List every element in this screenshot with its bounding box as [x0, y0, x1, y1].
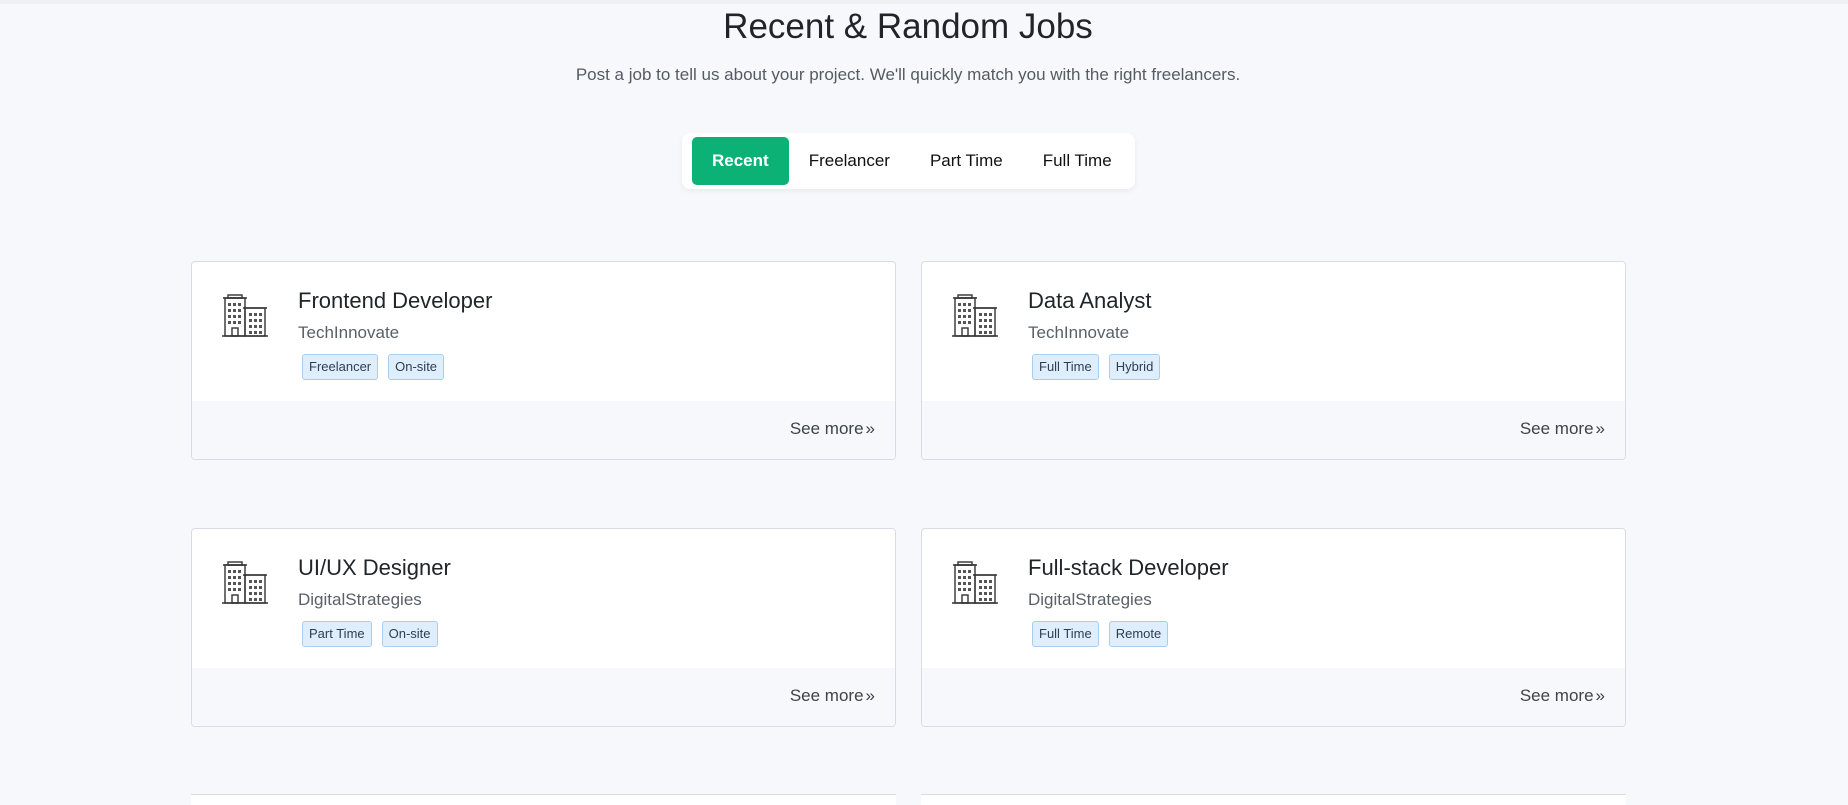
building-icon	[952, 294, 998, 337]
see-more-link[interactable]: See more»	[1520, 418, 1605, 440]
job-title[interactable]: Full-stack Developer	[1028, 553, 1229, 583]
double-chevron-right-icon: »	[1595, 686, 1605, 705]
building-icon	[222, 294, 268, 337]
job-card-footer: See more»	[922, 401, 1625, 459]
job-tags: Part Time On-site	[302, 621, 438, 647]
job-type-badge: Part Time	[302, 621, 372, 647]
job-card-body: Frontend Developer TechInnovate Freelanc…	[192, 262, 895, 403]
company-name: TechInnovate	[1028, 323, 1130, 342]
location-badge: Remote	[1108, 621, 1169, 647]
double-chevron-right-icon: »	[1595, 419, 1605, 438]
job-tags: Freelancer On-site	[302, 354, 445, 380]
section-title: Recent & Random Jobs	[723, 7, 1093, 46]
see-more-link[interactable]: See more»	[1520, 685, 1605, 707]
section-subtitle: Post a job to tell us about your project…	[575, 65, 1241, 84]
tab-part-time[interactable]: Part Time	[910, 137, 1023, 185]
location-badge: On-site	[381, 621, 438, 647]
double-chevron-right-icon: »	[865, 419, 875, 438]
location-badge: Hybrid	[1108, 354, 1161, 380]
job-type-badge: Full Time	[1032, 354, 1099, 380]
job-title[interactable]: UI/UX Designer	[298, 553, 451, 583]
company-name: DigitalStrategies	[1028, 590, 1152, 609]
see-more-label: See more	[1519, 419, 1594, 438]
company-name: DigitalStrategies	[298, 590, 422, 609]
job-filter-tabs: Recent Freelancer Part Time Full Time	[682, 133, 1135, 189]
see-more-label: See more	[789, 686, 864, 705]
see-more-link[interactable]: See more»	[790, 685, 875, 707]
building-icon	[222, 561, 268, 604]
job-type-badge: Full Time	[1032, 621, 1099, 647]
job-card-footer: See more»	[192, 401, 895, 459]
job-tags: Full Time Remote	[1032, 621, 1169, 647]
job-card[interactable]: Frontend Developer TechInnovate Freelanc…	[191, 261, 896, 460]
job-type-badge: Freelancer	[302, 354, 379, 380]
job-card[interactable]: Data Analyst TechInnovate Full Time Hybr…	[921, 261, 1626, 460]
job-card-footer: See more»	[192, 668, 895, 726]
see-more-link[interactable]: See more»	[790, 418, 875, 440]
double-chevron-right-icon: »	[865, 686, 875, 705]
see-more-label: See more	[789, 419, 864, 438]
job-title[interactable]: Data Analyst	[1028, 286, 1152, 316]
tab-full-time[interactable]: Full Time	[1023, 137, 1132, 185]
job-card-body: Full-stack Developer DigitalStrategies F…	[922, 529, 1625, 670]
building-icon	[952, 561, 998, 604]
tab-recent[interactable]: Recent	[692, 137, 789, 185]
tab-freelancer[interactable]: Freelancer	[789, 137, 910, 185]
job-title[interactable]: Frontend Developer	[298, 286, 492, 316]
company-name: TechInnovate	[298, 323, 400, 342]
see-more-label: See more	[1519, 686, 1594, 705]
job-card[interactable]: UI/UX Designer DigitalStrategies Part Ti…	[191, 528, 896, 727]
job-card-body: Data Analyst TechInnovate Full Time Hybr…	[922, 262, 1625, 403]
job-card-footer: See more»	[922, 668, 1625, 726]
job-card-body: UI/UX Designer DigitalStrategies Part Ti…	[192, 529, 895, 670]
job-tags: Full Time Hybrid	[1032, 354, 1161, 380]
location-badge: On-site	[388, 354, 445, 380]
job-card[interactable]: Full-stack Developer DigitalStrategies F…	[921, 528, 1626, 727]
